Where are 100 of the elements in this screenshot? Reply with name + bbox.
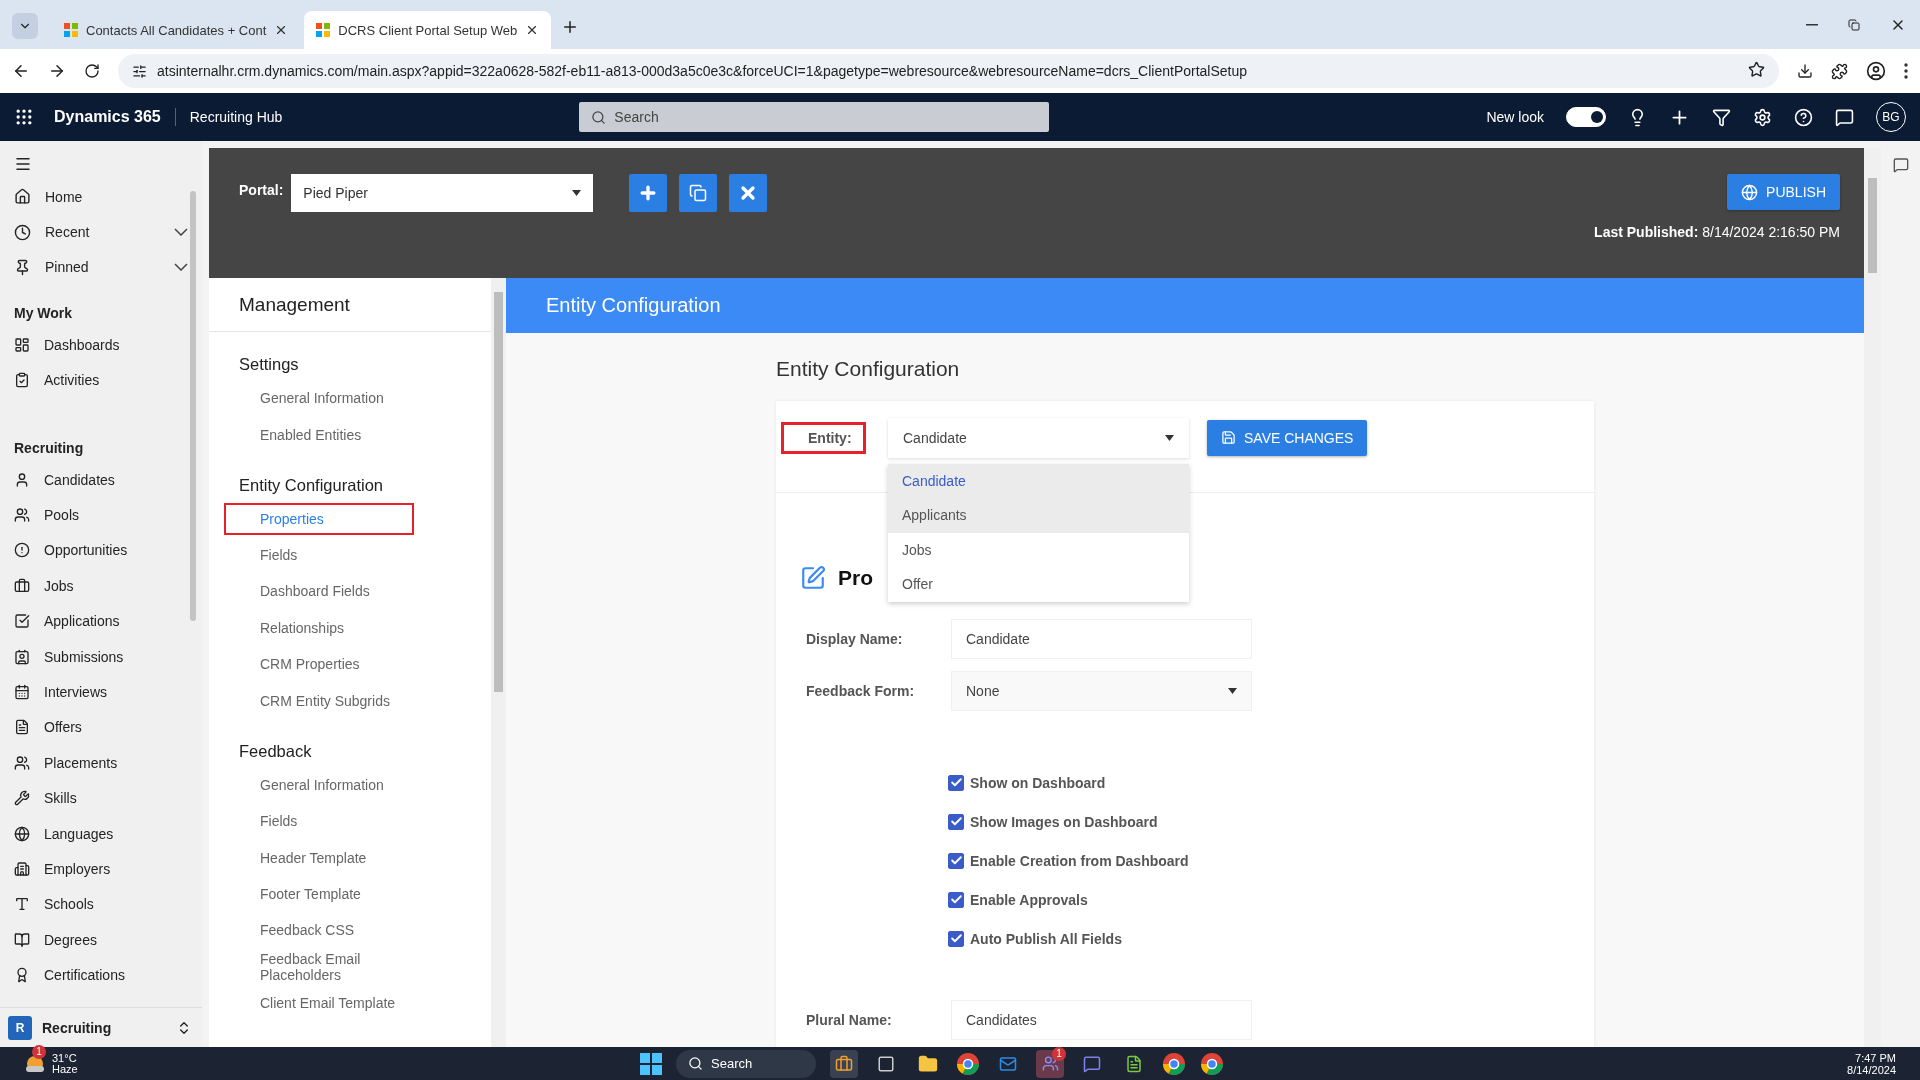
- document-icon: [14, 719, 30, 736]
- clock-icon: [14, 223, 31, 241]
- input-field[interactable]: Candidate: [951, 619, 1252, 659]
- menu-link[interactable]: Relationships: [224, 609, 414, 646]
- checkbox[interactable]: [948, 930, 964, 947]
- entity-label: Entity:: [781, 421, 866, 454]
- scrollbar-thumb[interactable]: [190, 191, 196, 621]
- menu-link[interactable]: Dashboard Fields: [224, 573, 414, 610]
- mail-icon: [999, 1054, 1017, 1073]
- delete-button[interactable]: [729, 174, 768, 212]
- nav-item[interactable]: Languages: [0, 815, 202, 852]
- app-name[interactable]: Recruiting Hub: [189, 109, 283, 125]
- add-button[interactable]: [629, 174, 668, 212]
- checkbox[interactable]: [948, 774, 964, 791]
- site-info-icon: [132, 63, 147, 79]
- menu-link[interactable]: Header Template: [224, 839, 414, 876]
- dropdown-option[interactable]: Applicants: [888, 498, 1189, 533]
- publish-button[interactable]: PUBLISH: [1727, 174, 1840, 210]
- menu-link[interactable]: Feedback CSS: [224, 912, 414, 949]
- nav-item[interactable]: Placements: [0, 745, 202, 781]
- nav-item[interactable]: Dashboards: [0, 327, 202, 363]
- brand-name[interactable]: Dynamics 365: [54, 108, 176, 126]
- tab-list-button[interactable]: [12, 13, 38, 39]
- edit-icon: [800, 565, 826, 591]
- portal-select[interactable]: Pied Piper: [291, 174, 594, 212]
- menu-link[interactable]: Feedback Email Placeholders: [224, 948, 414, 986]
- nav-item[interactable]: Skills: [0, 780, 202, 816]
- group-heading: Settings: [238, 354, 300, 375]
- nav-item[interactable]: Submissions: [0, 638, 202, 675]
- nav-item[interactable]: Recent: [0, 214, 202, 250]
- menu-link[interactable]: CRM Properties: [224, 645, 414, 683]
- taskbar-search[interactable]: Search: [676, 1049, 816, 1078]
- nav-item[interactable]: Candidates: [0, 461, 202, 498]
- nav-item[interactable]: Degrees: [0, 922, 202, 958]
- menu-icon[interactable]: [1904, 63, 1908, 79]
- nav-item[interactable]: Pinned: [0, 249, 202, 286]
- browser-tab[interactable]: DCRS Client Portal Setup Web: [304, 11, 552, 49]
- nav-item[interactable]: Employers: [0, 851, 202, 887]
- nav-item[interactable]: Pools: [0, 497, 202, 533]
- browser-tab[interactable]: Contacts All Candidates + Cont: [52, 11, 301, 49]
- nav-item[interactable]: Home: [0, 179, 202, 215]
- checkbox-label: Show Images on Dashboard: [970, 813, 1158, 830]
- menu-link[interactable]: Footer Template: [224, 875, 414, 913]
- entity-select[interactable]: Candidate: [888, 417, 1189, 458]
- nav-item[interactable]: Activities: [0, 362, 202, 398]
- minimize-icon[interactable]: [1806, 23, 1818, 26]
- clock-time[interactable]: 7:47 PM: [1855, 1051, 1896, 1065]
- menu-link[interactable]: CRM Entity Subgrids: [224, 682, 414, 719]
- menu-link[interactable]: General Information: [224, 380, 414, 417]
- select-field[interactable]: None: [951, 671, 1252, 711]
- checkbox[interactable]: [948, 813, 964, 830]
- nav-item[interactable]: Interviews: [0, 674, 202, 710]
- nav-item[interactable]: Certifications: [0, 957, 202, 993]
- award-icon: [14, 967, 30, 984]
- building-icon: [14, 860, 30, 877]
- scrollbar-thumb[interactable]: [494, 292, 503, 692]
- dropdown-option[interactable]: Candidate: [888, 463, 1189, 498]
- menu-link[interactable]: Client Email Template: [224, 985, 414, 1022]
- browser-icon[interactable]: [1162, 1051, 1186, 1076]
- checkbox-label: Enable Approvals: [970, 891, 1088, 908]
- new-look-toggle[interactable]: [1566, 107, 1606, 127]
- people-icon: [14, 507, 30, 524]
- nav-item[interactable]: Schools: [0, 886, 202, 923]
- briefcase-app-icon[interactable]: [830, 1049, 858, 1078]
- menu-link[interactable]: Properties: [224, 502, 414, 535]
- dropdown-option[interactable]: Offer: [888, 567, 1189, 602]
- copy-button[interactable]: [679, 174, 718, 212]
- globe-icon: [1741, 183, 1759, 201]
- save-changes-button[interactable]: SAVE CHANGES: [1207, 419, 1368, 456]
- settings-icon: [1753, 107, 1772, 127]
- folder-icon: [918, 1053, 938, 1074]
- nav-item[interactable]: Applications: [0, 603, 202, 639]
- copy-icon: [689, 184, 708, 202]
- chat-icon: [1083, 1054, 1101, 1073]
- chevron-down-icon: [174, 228, 188, 237]
- clock-date[interactable]: 8/14/2024: [1847, 1064, 1896, 1077]
- scrollbar-thumb[interactable]: [1868, 178, 1877, 273]
- app-icon: [316, 23, 331, 37]
- menu-link[interactable]: Enabled Entities: [224, 416, 414, 453]
- team-app-icon[interactable]: 1: [1036, 1049, 1064, 1078]
- input-field[interactable]: Candidates: [951, 1000, 1252, 1040]
- checkbox[interactable]: [948, 891, 964, 908]
- nav-item[interactable]: Opportunities: [0, 532, 202, 569]
- checkbox[interactable]: [948, 852, 964, 869]
- checkbox-icon: [14, 613, 30, 630]
- chat-icon: [1835, 107, 1854, 127]
- browser-icon[interactable]: [956, 1051, 980, 1076]
- search-icon: [591, 109, 607, 125]
- menu-link[interactable]: Fields: [224, 803, 414, 840]
- menu-link[interactable]: Fields: [224, 536, 414, 574]
- browser-icon[interactable]: [1200, 1051, 1224, 1076]
- search-field[interactable]: Search: [579, 102, 1050, 132]
- menu-link[interactable]: General Information: [224, 766, 414, 804]
- chevron-down-icon: [174, 263, 188, 272]
- nav-item[interactable]: Jobs: [0, 568, 202, 604]
- address-bar[interactable]: atsinternalhr.crm.dynamics.com/main.aspx?appid=322a0628-582f-eb11-a813-000d3a5c0e3c&forceUCI=1&pagetype=webresource&webresourceName=dcrs_ClientPortalSetup: [118, 54, 1779, 88]
- start-icon[interactable]: [640, 1052, 662, 1075]
- dropdown-option[interactable]: Jobs: [888, 532, 1189, 567]
- nav-item[interactable]: Offers: [0, 709, 202, 746]
- people-icon: [14, 754, 30, 771]
